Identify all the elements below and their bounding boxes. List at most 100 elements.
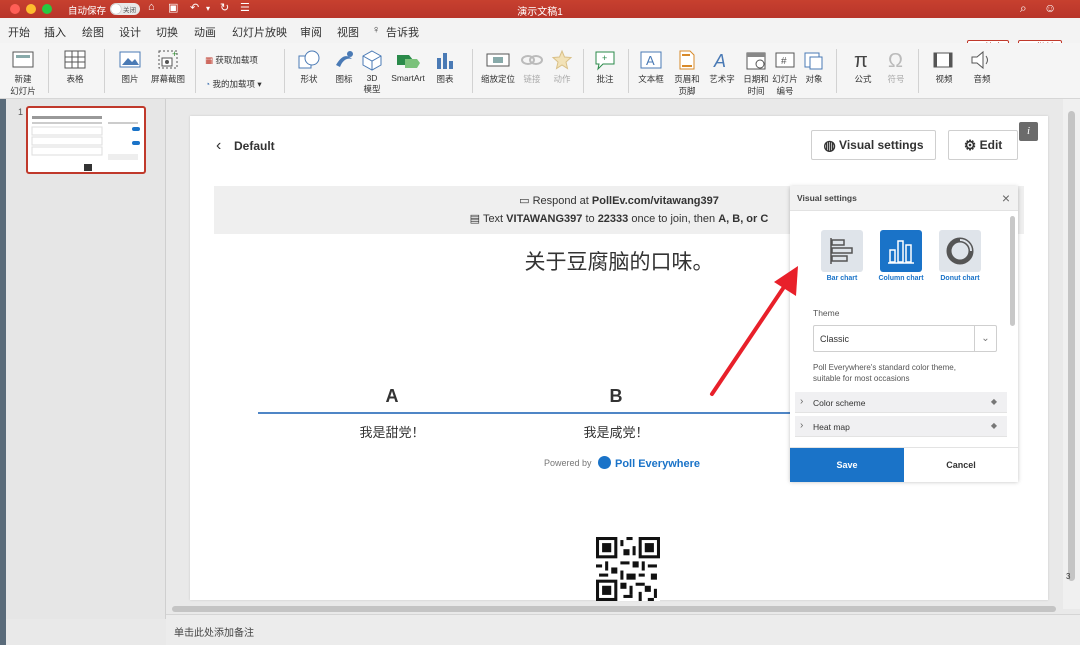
edit-label: Edit bbox=[979, 137, 1003, 152]
link-icon bbox=[521, 55, 543, 65]
panel-title: Visual settings bbox=[797, 193, 857, 203]
cancel-button[interactable]: Cancel bbox=[904, 448, 1018, 482]
my-addins-icon: ◔ bbox=[205, 79, 211, 89]
bar-chart-option[interactable] bbox=[821, 230, 863, 272]
header-footer-label-2: 页脚 bbox=[678, 86, 696, 96]
tab-tell-me[interactable]: 告诉我 bbox=[386, 24, 419, 40]
object-button[interactable]: 对象 bbox=[800, 49, 828, 85]
star-icon bbox=[551, 49, 573, 70]
new-slide-label-2: 幻灯片 bbox=[10, 86, 36, 96]
new-slide-icon bbox=[12, 51, 34, 68]
text-to: to bbox=[582, 213, 598, 225]
wordart-label: 艺术字 bbox=[709, 74, 735, 84]
datetime-label-1: 日期和 bbox=[743, 74, 769, 84]
svg-text:Ω: Ω bbox=[888, 50, 903, 71]
chart-button[interactable]: 图表 bbox=[430, 49, 460, 85]
shapes-label: 形状 bbox=[300, 74, 318, 84]
tab-slideshow[interactable]: 幻灯片放映 bbox=[232, 24, 287, 40]
donut-chart-option[interactable] bbox=[939, 230, 981, 272]
account-icon[interactable]: ☺ bbox=[1044, 1, 1056, 15]
symbol-label: 符号 bbox=[887, 74, 905, 84]
vertical-scroll-thumb[interactable] bbox=[1068, 111, 1075, 581]
premium-gem-icon: ◆ bbox=[990, 421, 997, 430]
video-button[interactable]: 视频 bbox=[926, 49, 962, 85]
wordart-button[interactable]: A 艺术字 bbox=[706, 49, 738, 85]
chevron-left-icon[interactable]: ‹ bbox=[216, 137, 221, 155]
new-slide-button[interactable]: 新建 幻灯片 bbox=[6, 49, 40, 97]
screenshot-button[interactable]: + 屏幕截图 bbox=[148, 49, 188, 85]
tab-insert[interactable]: 插入 bbox=[44, 24, 66, 45]
new-slide-label-1: 新建 bbox=[14, 74, 32, 84]
column-chart-label: Column chart bbox=[878, 275, 924, 282]
text-code: VITAWANG397 bbox=[506, 213, 583, 225]
vertical-scrollbar[interactable] bbox=[1063, 99, 1080, 609]
action-button[interactable]: 动作 bbox=[548, 49, 576, 85]
tab-design[interactable]: 设计 bbox=[119, 24, 141, 40]
visual-settings-button[interactable]: ◍ Visual settings bbox=[811, 130, 936, 160]
slide-thumbnail[interactable] bbox=[26, 106, 146, 174]
panel-header: Visual settings × bbox=[790, 186, 1018, 211]
3d-models-button[interactable]: 3D 模型 bbox=[358, 49, 386, 95]
edit-button[interactable]: ⚙ Edit bbox=[948, 130, 1018, 160]
svg-text:π: π bbox=[854, 50, 868, 71]
tell-me-icon[interactable]: ♀ bbox=[372, 24, 380, 36]
option-text-b: 我是咸党！ bbox=[583, 426, 649, 441]
panel-scrollbar[interactable] bbox=[1010, 216, 1015, 326]
column-chart-option[interactable] bbox=[880, 230, 922, 272]
audio-button[interactable]: 音频 bbox=[964, 49, 1000, 85]
link-button[interactable]: 链接 bbox=[518, 49, 546, 85]
picture-button[interactable]: 图片 bbox=[112, 49, 148, 85]
search-icon[interactable]: ⌕ bbox=[1020, 1, 1027, 16]
tab-draw[interactable]: 绘图 bbox=[82, 24, 104, 40]
table-icon bbox=[64, 50, 86, 69]
notes-pane[interactable]: 单击此处添加备注 bbox=[166, 614, 1080, 645]
visual-settings-label: Visual settings bbox=[839, 137, 924, 152]
svg-text:+: + bbox=[602, 53, 607, 63]
premium-gem-icon: ◆ bbox=[990, 397, 997, 406]
donut-chart-icon bbox=[946, 237, 974, 265]
back-label[interactable]: Default bbox=[234, 139, 275, 153]
svg-text:+: + bbox=[172, 49, 177, 59]
pi-icon: π bbox=[854, 50, 868, 71]
tab-home[interactable]: 开始 bbox=[8, 24, 30, 40]
tab-animations[interactable]: 动画 bbox=[194, 24, 216, 40]
info-button[interactable]: i bbox=[1019, 122, 1038, 141]
datetime-button[interactable]: 日期和 时间 bbox=[742, 49, 770, 97]
my-addins-label: 我的加载项 bbox=[212, 79, 256, 89]
gear-icon: ⚙ bbox=[963, 136, 977, 153]
header-footer-button[interactable]: 页眉和 页脚 bbox=[670, 49, 704, 97]
zoom-button[interactable]: 缩放定位 bbox=[480, 49, 516, 85]
save-button[interactable]: Save bbox=[790, 448, 904, 482]
close-icon[interactable]: × bbox=[1002, 190, 1010, 206]
equation-button[interactable]: π 公式 bbox=[846, 49, 880, 85]
title-bar: 自动保存 关闭 ⌂ ▣ ↶ ▾ ↻ ☰ 演示文稿1 ⌕ ☺ bbox=[0, 0, 1080, 18]
tab-transitions[interactable]: 切换 bbox=[156, 24, 178, 40]
table-button[interactable]: 表格 bbox=[58, 49, 92, 85]
color-scheme-accordion[interactable]: › Color scheme ◆ bbox=[795, 392, 1007, 413]
my-addins-button[interactable]: ◔ 我的加载项 ▾ bbox=[205, 78, 262, 90]
ribbon-insert: 新建 幻灯片 表格 图片 + 屏幕截图 ▦ 获取加载项 ◔ 我的加载项 ▾ 形状… bbox=[0, 43, 1080, 99]
cube-icon bbox=[362, 50, 382, 71]
ribbon-separator bbox=[195, 49, 196, 93]
get-addins-button[interactable]: ▦ 获取加载项 bbox=[205, 54, 258, 66]
annotation-arrow bbox=[710, 266, 798, 396]
addins-store-icon: ▦ bbox=[205, 55, 214, 65]
horizontal-scrollbar[interactable] bbox=[172, 604, 1056, 614]
theme-select[interactable]: Classic ⌄ bbox=[813, 325, 997, 352]
comment-insert-button[interactable]: + 批注 bbox=[590, 49, 620, 85]
horizontal-scroll-thumb[interactable] bbox=[172, 606, 1056, 612]
palette-icon: ◍ bbox=[823, 136, 836, 153]
slide-number-button[interactable]: # 幻灯片 编号 bbox=[770, 49, 800, 97]
option-letter-b: B bbox=[609, 386, 623, 406]
heat-map-accordion[interactable]: › Heat map ◆ bbox=[795, 416, 1007, 437]
icons-button[interactable]: 图标 bbox=[330, 49, 358, 85]
smartart-button[interactable]: SmartArt bbox=[388, 49, 428, 83]
ribbon-separator bbox=[104, 49, 105, 93]
shapes-button[interactable]: 形状 bbox=[292, 49, 326, 85]
textbox-button[interactable]: A 文本框 bbox=[636, 49, 666, 85]
symbol-button[interactable]: Ω 符号 bbox=[882, 49, 910, 85]
arrow-head bbox=[774, 266, 798, 296]
tab-view[interactable]: 视图 bbox=[337, 24, 359, 40]
tab-review[interactable]: 审阅 bbox=[300, 24, 322, 40]
donut-chart-label: Donut chart bbox=[940, 275, 980, 282]
